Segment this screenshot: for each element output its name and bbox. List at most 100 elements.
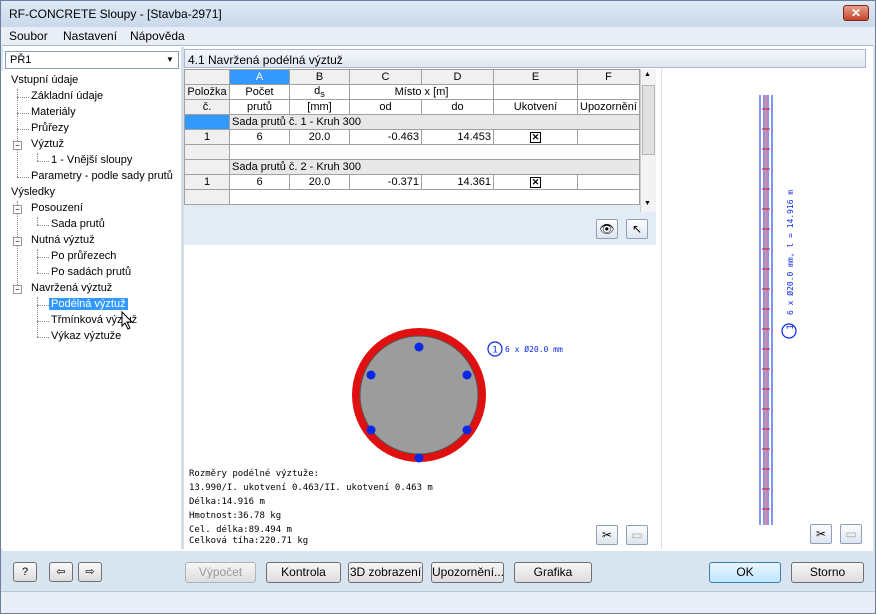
rebar-dot xyxy=(366,425,376,435)
calculate-button[interactable]: Výpočet xyxy=(185,562,256,583)
header-warnings: Upozornění xyxy=(577,99,640,116)
scroll-thumb[interactable] xyxy=(642,85,655,155)
scroll-down-icon[interactable]: ▼ xyxy=(644,200,651,207)
export-icon[interactable]: ⇨ xyxy=(78,562,102,582)
ok-button[interactable]: OK xyxy=(709,562,781,583)
row-number[interactable]: 1 xyxy=(184,174,230,191)
cell-anchorage[interactable]: ✕ xyxy=(493,129,578,146)
tree-item-parameters[interactable]: Parametry - podle sady prutů xyxy=(31,170,173,182)
warnings-button[interactable]: Upozornění... xyxy=(431,562,504,583)
stirrup-ticks xyxy=(762,108,770,510)
tree-line xyxy=(37,217,38,225)
side-marker: 1 xyxy=(786,324,796,329)
table-scrollbar[interactable]: ▲ ▼ xyxy=(640,69,656,212)
column-letter-b[interactable]: B xyxy=(289,69,350,85)
tree-item-by-sets[interactable]: Po sadách prutů xyxy=(51,266,131,278)
print-icon[interactable]: ▭ xyxy=(626,525,648,545)
tree-item-results[interactable]: Výsledky xyxy=(11,186,55,198)
menu-settings[interactable]: Nastavení xyxy=(63,29,117,43)
checkbox-checked-icon[interactable]: ✕ xyxy=(530,177,541,189)
rebar-dot xyxy=(414,342,424,352)
cell-count[interactable]: 6 xyxy=(229,129,290,146)
header-blank-e xyxy=(493,83,578,101)
tree-item-member-sets[interactable]: Sada prutů xyxy=(51,218,105,230)
empty-row[interactable] xyxy=(184,144,640,161)
zoom-tool-icon[interactable]: ✂ xyxy=(596,525,618,545)
button-bar: ? ⇦ ⇨ Výpočet Kontrola 3D zobrazení Upoz… xyxy=(1,551,875,591)
row-number[interactable]: 1 xyxy=(184,129,230,146)
check-button[interactable]: Kontrola xyxy=(266,562,341,583)
case-select-value: PŘ1 xyxy=(10,54,32,66)
column-letter-e[interactable]: E xyxy=(493,69,578,85)
group-row[interactable]: Sada prutů č. 2 - Kruh 300 xyxy=(184,159,640,176)
column-letter-c[interactable]: C xyxy=(349,69,422,85)
print-icon[interactable]: ▭ xyxy=(840,524,862,544)
tree-item-checks[interactable]: Posouzení xyxy=(31,202,83,214)
cell-anchorage[interactable]: ✕ xyxy=(493,174,578,191)
pick-pointer-icon[interactable]: ↖ xyxy=(626,219,648,239)
tree-item-materials[interactable]: Materiály xyxy=(31,106,76,118)
tree-item-input[interactable]: Vstupní údaje xyxy=(11,74,78,86)
panel-title: 4.1 Navržená podélná výztuž xyxy=(188,53,343,67)
side-label: 6 x Ø20.0 mm, l = 14.916 m xyxy=(785,190,795,315)
cell-warning[interactable] xyxy=(577,129,640,146)
collapse-icon[interactable]: − xyxy=(13,285,22,294)
collapse-icon[interactable]: − xyxy=(13,141,22,150)
zoom-tool-icon[interactable]: ✂ xyxy=(810,524,832,544)
table-row[interactable]: 1 6 20.0 -0.371 14.361 ✕ xyxy=(184,174,640,191)
cell-warning[interactable] xyxy=(577,174,640,191)
cell-to[interactable]: 14.453 xyxy=(421,129,494,146)
empty-cell[interactable] xyxy=(229,189,640,206)
column-letter-a[interactable]: A xyxy=(229,69,290,85)
header-row-1: Položka Počet ds Místo x [m] xyxy=(184,83,640,101)
tree-item-reinforcement[interactable]: Výztuž xyxy=(31,138,64,150)
cell-ds[interactable]: 20.0 xyxy=(289,174,350,191)
column-letter-d[interactable]: D xyxy=(421,69,494,85)
graphics-button[interactable]: Grafika xyxy=(514,562,592,583)
tree-item-by-sections[interactable]: Po průřezech xyxy=(51,250,116,262)
menu-help[interactable]: Nápověda xyxy=(130,29,185,43)
cell-ds[interactable]: 20.0 xyxy=(289,129,350,146)
cancel-button[interactable]: Storno xyxy=(791,562,864,583)
tree-item-designed[interactable]: Navržená výztuž xyxy=(31,282,112,294)
collapse-icon[interactable]: − xyxy=(13,205,22,214)
scroll-up-icon[interactable]: ▲ xyxy=(644,71,651,78)
tree-line xyxy=(37,337,49,338)
close-button[interactable]: ✕ xyxy=(843,5,869,21)
rebar-dot xyxy=(462,425,472,435)
eye-icon[interactable]: 👁 xyxy=(596,219,618,239)
menu-file[interactable]: Soubor xyxy=(9,29,48,43)
tree-item-outer-columns[interactable]: 1 - Vnější sloupy xyxy=(51,154,132,166)
checkbox-checked-icon[interactable]: ✕ xyxy=(530,132,541,144)
tree-line xyxy=(37,161,49,162)
row-header[interactable] xyxy=(184,144,230,161)
cell-to[interactable]: 14.361 xyxy=(421,174,494,191)
import-icon[interactable]: ⇦ xyxy=(49,562,73,582)
group-row[interactable]: Sada prutů č. 1 - Kruh 300 xyxy=(184,114,640,131)
help-icon[interactable]: ? xyxy=(13,562,37,582)
tree-item-basic[interactable]: Základní údaje xyxy=(31,90,103,102)
title-bar: RF-CONCRETE Sloupy - [Stavba-2971] ✕ xyxy=(1,1,875,27)
cell-from[interactable]: -0.371 xyxy=(349,174,422,191)
tree-line xyxy=(37,273,49,274)
tree-item-sections[interactable]: Průřezy xyxy=(31,122,69,134)
row-header[interactable] xyxy=(184,159,230,176)
tree-item-longitudinal[interactable]: Podélná výztuž xyxy=(49,298,128,310)
table-row[interactable]: 1 6 20.0 -0.463 14.453 ✕ xyxy=(184,129,640,146)
cell-count[interactable]: 6 xyxy=(229,174,290,191)
row-header[interactable] xyxy=(184,189,230,206)
case-select[interactable]: PŘ1 ▼ xyxy=(5,51,179,69)
cell-from[interactable]: -0.463 xyxy=(349,129,422,146)
tree-item-bill[interactable]: Výkaz výztuže xyxy=(51,330,121,342)
row-header[interactable] xyxy=(184,114,230,131)
header-to: do xyxy=(421,99,494,116)
table-area: A B C D E F Položka Počet ds Místo x [m]… xyxy=(184,69,656,245)
chevron-down-icon[interactable]: ▼ xyxy=(164,52,176,68)
tree-item-required[interactable]: Nutná výztuž xyxy=(31,234,95,246)
info-line: Délka:14.916 m xyxy=(189,497,265,507)
empty-cell[interactable] xyxy=(229,144,640,161)
collapse-icon[interactable]: − xyxy=(13,237,22,246)
3d-view-button[interactable]: 3D zobrazení xyxy=(348,562,423,583)
column-letter-f[interactable]: F xyxy=(577,69,640,85)
empty-row[interactable] xyxy=(184,189,640,206)
